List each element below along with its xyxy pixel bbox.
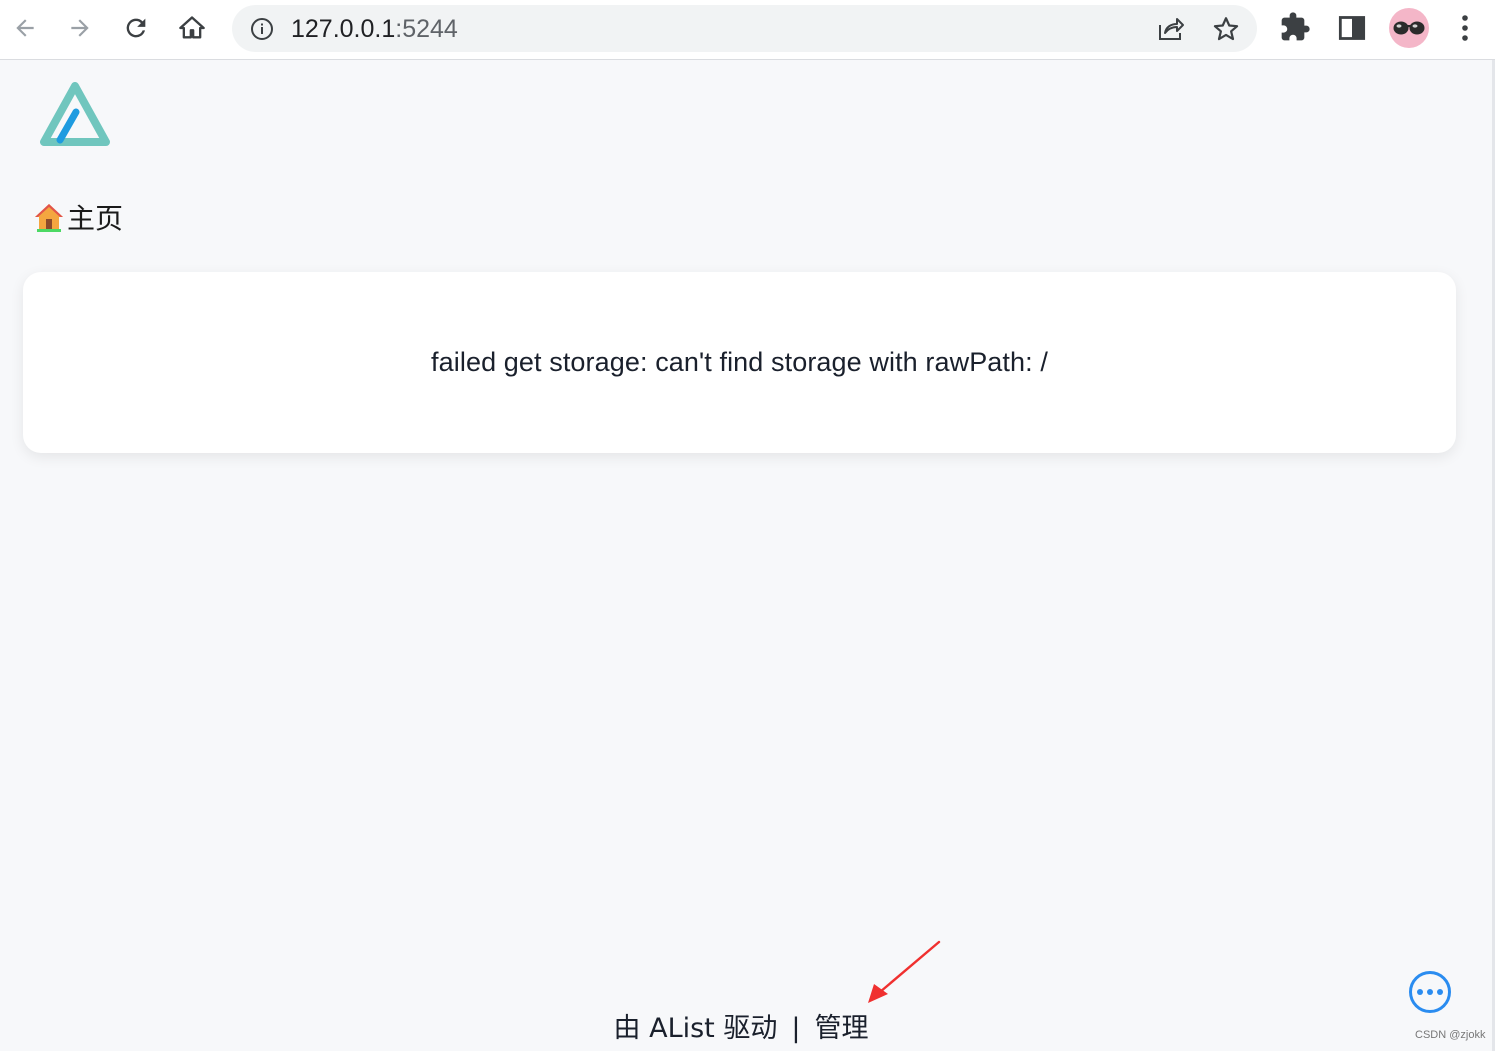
footer-separator: | — [791, 1013, 801, 1044]
back-arrow-icon — [16, 19, 34, 37]
more-vertical-icon[interactable] — [1455, 12, 1475, 44]
side-panel-icon[interactable] — [1338, 14, 1366, 42]
watermark: CSDN @zjokk — [1415, 1029, 1486, 1041]
more-dot — [1437, 989, 1443, 995]
more-dot — [1417, 989, 1423, 995]
url-text[interactable]: 127.0.0.1:5244 — [291, 14, 458, 44]
error-card: failed get storage: can't find storage w… — [23, 272, 1456, 453]
alist-logo-icon[interactable] — [38, 82, 112, 148]
annotation-arrow-icon — [868, 940, 941, 1003]
address-bar[interactable]: 127.0.0.1:5244 — [232, 5, 1257, 52]
footer: 由 AList 驱动 | 管理 — [0, 1006, 1482, 1045]
house-emoji-icon — [35, 204, 63, 232]
reload-button[interactable] — [118, 10, 154, 46]
url-host: 127.0.0.1 — [291, 15, 396, 43]
forward-arrow-icon — [71, 19, 89, 37]
back-button[interactable] — [7, 10, 43, 46]
reload-icon — [126, 18, 146, 38]
site-info-icon[interactable] — [250, 17, 274, 41]
url-port: :5244 — [395, 15, 458, 43]
sunglasses-avatar-icon — [1393, 21, 1425, 35]
error-message: failed get storage: can't find storage w… — [431, 347, 1048, 377]
breadcrumb-home-link[interactable]: 主页 — [67, 197, 123, 237]
breadcrumb: 主页 — [34, 197, 123, 237]
home-icon — [179, 16, 205, 39]
extensions-puzzle-icon[interactable] — [1279, 11, 1311, 43]
bookmark-star-icon[interactable] — [1212, 15, 1240, 43]
forward-button[interactable] — [62, 10, 98, 46]
manage-link[interactable]: 管理 — [814, 1006, 868, 1045]
share-icon[interactable] — [1157, 16, 1185, 42]
more-options-float-button[interactable] — [1409, 971, 1451, 1013]
more-dot — [1427, 989, 1433, 995]
powered-by-link[interactable]: 由 AList 驱动 — [614, 1006, 778, 1045]
profile-avatar[interactable] — [1389, 8, 1429, 48]
home-button[interactable] — [174, 10, 210, 46]
browser-toolbar: 127.0.0.1:5244 — [0, 0, 1495, 60]
